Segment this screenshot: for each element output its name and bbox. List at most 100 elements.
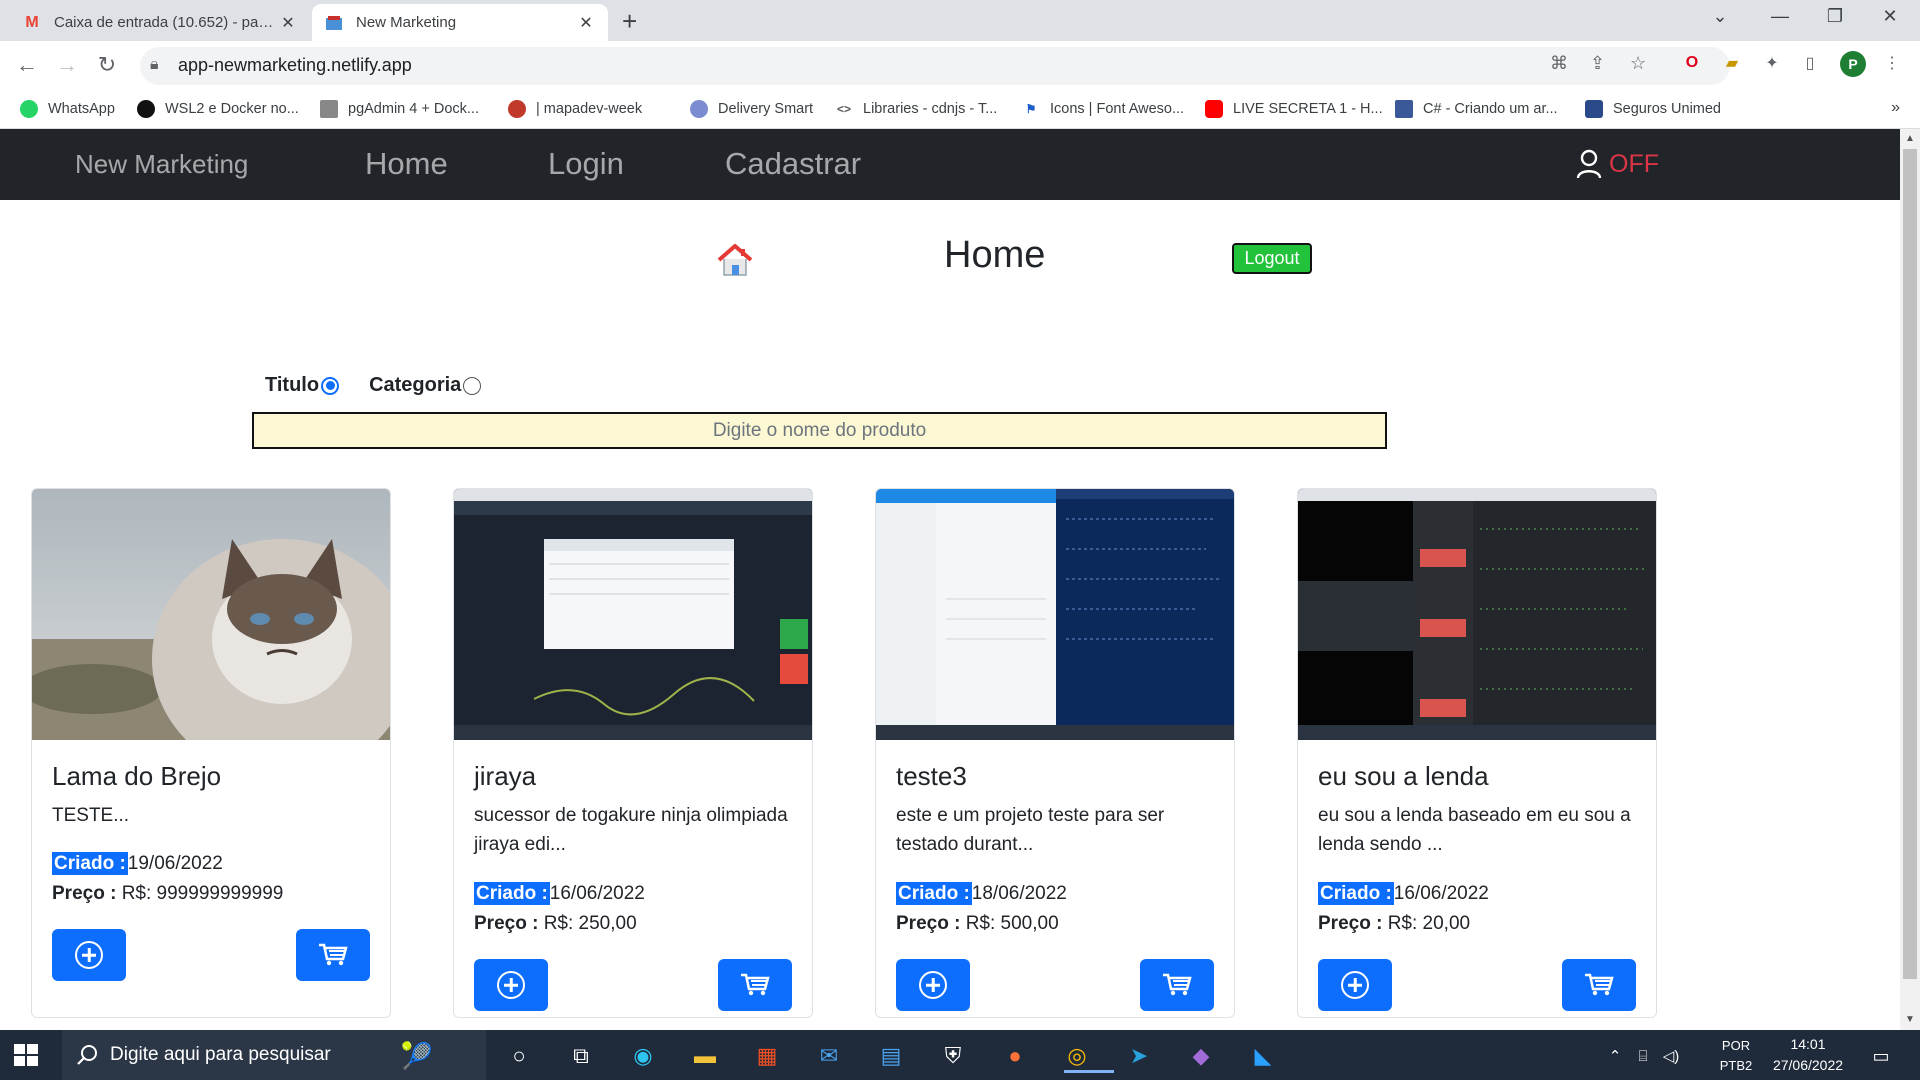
price-label: Preço : (474, 913, 539, 934)
telegram-icon[interactable]: ➤ (1122, 1039, 1156, 1073)
bookmark-fontawesome[interactable]: ⚑ Icons | Font Aweso... (1022, 97, 1184, 121)
url-text[interactable]: app-newmarketing.netlify.app (178, 55, 412, 76)
product-description: eu sou a lenda baseado em eu sou a lenda… (1318, 805, 1631, 855)
search-highlight-icon[interactable]: 🎾 (400, 1039, 434, 1073)
cortana-icon[interactable]: ○ (502, 1039, 536, 1073)
bookmark-live-secreta[interactable]: LIVE SECRETA 1 - H... (1205, 97, 1383, 121)
created-label: Criado : (474, 882, 550, 905)
chrome-icon[interactable]: ◎ (1060, 1039, 1114, 1073)
extension-icon[interactable]: ▰ (1720, 51, 1744, 75)
cart-icon (319, 943, 348, 966)
contacts-icon[interactable]: ▤ (874, 1039, 908, 1073)
cart-icon (1585, 973, 1614, 996)
bookmark-unimed[interactable]: Seguros Unimed (1585, 97, 1721, 121)
bookmark-delivery-smart[interactable]: Delivery Smart (690, 97, 813, 121)
add-button[interactable] (1318, 959, 1392, 1011)
logout-button[interactable]: Logout (1232, 243, 1312, 274)
add-to-cart-button[interactable] (718, 959, 792, 1011)
security-icon[interactable]: ⛨ (936, 1039, 970, 1073)
page-scrollbar[interactable]: ▲ ▼ (1900, 129, 1920, 1030)
price-value: R$: 999999999999 (121, 883, 284, 904)
delivery-icon (690, 100, 708, 118)
add-to-cart-button[interactable] (1140, 959, 1214, 1011)
radio-categoria[interactable] (463, 376, 482, 395)
bookmarks-more-button[interactable]: » (1891, 99, 1900, 117)
gmail-icon: M (25, 13, 39, 31)
notifications-icon[interactable]: ▭ (1864, 1039, 1898, 1073)
add-to-cart-button[interactable] (1562, 959, 1636, 1011)
visual-studio-icon[interactable]: ◆ (1184, 1039, 1218, 1073)
windows-start-icon[interactable] (14, 1044, 38, 1066)
unimed-icon (1585, 100, 1603, 118)
minimize-button[interactable]: — (1760, 6, 1800, 27)
maximize-button[interactable]: ❐ (1815, 6, 1855, 27)
add-button[interactable] (896, 959, 970, 1011)
add-button[interactable] (474, 959, 548, 1011)
bookmark-wsl2[interactable]: WSL2 e Docker no... (137, 97, 299, 121)
close-tab-icon[interactable]: ✕ (576, 13, 596, 33)
profile-avatar[interactable]: P (1840, 51, 1866, 77)
browser-tab-strip: M Caixa de entrada (10.652) - pablo ✕ Ne… (0, 0, 1920, 41)
lock-icon[interactable]: 🔒︎ (150, 56, 159, 74)
file-explorer-icon[interactable]: ▬ (688, 1039, 722, 1073)
mail-icon[interactable]: ✉ (812, 1039, 846, 1073)
bookmarks-bar: WhatsApp WSL2 e Docker no... pgAdmin 4 +… (0, 91, 1920, 129)
clock-time[interactable]: 14:01 (1770, 1036, 1846, 1052)
keyboard-layout[interactable]: PTB2 (1716, 1058, 1756, 1073)
close-tab-icon[interactable]: ✕ (278, 13, 298, 33)
opera-extension-icon[interactable]: O (1680, 51, 1704, 75)
product-card: jiraya sucessor de togakure ninja olimpi… (453, 488, 813, 1018)
tab-gmail[interactable]: M Caixa de entrada (10.652) - pablo ✕ (10, 4, 310, 41)
clock-date[interactable]: 27/06/2022 (1770, 1057, 1846, 1073)
search-filters: Titulo Categoria (265, 374, 482, 397)
nav-link-cadastrar[interactable]: Cadastrar (725, 146, 861, 182)
bookmark-mapadev[interactable]: | mapadev-week (508, 97, 642, 121)
vscode-icon[interactable]: ◣ (1246, 1039, 1280, 1073)
task-view-icon[interactable]: ⧉ (564, 1039, 598, 1073)
bookmark-star-icon[interactable]: ☆ (1630, 53, 1646, 74)
side-panel-icon[interactable]: ▯ (1798, 51, 1822, 75)
volume-icon[interactable]: ◁) (1654, 1039, 1688, 1073)
bookmark-whatsapp[interactable]: WhatsApp (20, 97, 115, 121)
tab-new-marketing[interactable]: New Marketing ✕ (312, 4, 608, 41)
menu-dots-icon[interactable]: ⋮ (1880, 51, 1904, 75)
bookmark-pgadmin[interactable]: pgAdmin 4 + Dock... (320, 97, 479, 121)
product-description: este e um projeto teste para ser testado… (896, 805, 1165, 855)
product-created: Criado :16/06/2022 (1318, 882, 1489, 905)
product-created: Criado :16/06/2022 (474, 882, 645, 905)
add-to-cart-button[interactable] (296, 929, 370, 981)
new-tab-button[interactable]: + (622, 8, 637, 34)
translate-icon[interactable]: ⌘ (1550, 53, 1568, 74)
store-icon[interactable]: ▦ (750, 1039, 784, 1073)
product-search-input[interactable]: Digite o nome do produto (252, 412, 1387, 449)
product-image (454, 489, 812, 740)
brand-link[interactable]: New Marketing (75, 149, 248, 180)
back-button[interactable]: ← (12, 52, 42, 78)
scroll-down-icon[interactable]: ▼ (1900, 1014, 1920, 1025)
forward-button[interactable]: → (52, 52, 82, 78)
nav-link-home[interactable]: Home (365, 146, 448, 182)
created-label: Criado : (52, 852, 128, 875)
share-icon[interactable]: ⇪ (1590, 53, 1605, 74)
radio-titulo[interactable] (321, 376, 340, 395)
scroll-up-icon[interactable]: ▲ (1900, 133, 1920, 144)
product-card: teste3 este e um projeto teste para ser … (875, 488, 1235, 1018)
firefox-icon[interactable]: ● (998, 1039, 1032, 1073)
product-card: eu sou a lenda eu sou a lenda baseado em… (1297, 488, 1657, 1018)
close-window-button[interactable]: ✕ (1870, 6, 1910, 27)
bookmark-csharp[interactable]: C# - Criando um ar... (1395, 97, 1558, 121)
user-status[interactable]: OFF (1575, 149, 1659, 179)
reload-button[interactable]: ↻ (92, 52, 122, 78)
tab-search-icon[interactable]: ⌄ (1700, 6, 1740, 27)
bookmark-cdnjs[interactable]: <> Libraries - cdnjs - T... (835, 97, 997, 121)
edge-icon[interactable]: ◉ (626, 1039, 660, 1073)
language-indicator[interactable]: POR (1716, 1038, 1756, 1053)
home-icon[interactable] (716, 242, 754, 278)
puzzle-extensions-icon[interactable]: ✦ (1760, 51, 1784, 75)
add-button[interactable] (52, 929, 126, 981)
code-icon: <> (836, 102, 851, 116)
product-image (876, 489, 1234, 740)
scroll-thumb[interactable] (1903, 149, 1917, 979)
nav-link-login[interactable]: Login (548, 146, 624, 182)
cart-icon (1163, 973, 1192, 996)
